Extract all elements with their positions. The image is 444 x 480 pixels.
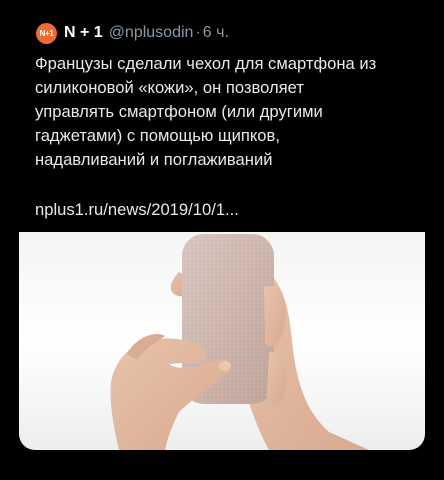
author-name[interactable]: N + 1 [64,24,103,42]
avatar[interactable]: N+1 [36,22,57,44]
avatar-text: N+1 [39,28,54,38]
tweet-header: N+1 N + 1 @nplusodin · 6 ч. [36,22,229,44]
tweet-media-image[interactable] [19,232,425,450]
tweet-link[interactable]: nplus1.ru/news/2019/10/1... [35,198,239,222]
tweet-text: Французы сделали чехол для смартфона из … [35,54,377,169]
author-handle[interactable]: @nplusodin [109,24,194,42]
tweet-card[interactable]: N+1 N + 1 @nplusodin · 6 ч. Французы сде… [19,10,425,450]
tweet-time[interactable]: 6 ч. [203,24,229,42]
hands-holding-skin-phone-case-illustration [110,234,369,450]
separator-dot: · [195,24,201,41]
